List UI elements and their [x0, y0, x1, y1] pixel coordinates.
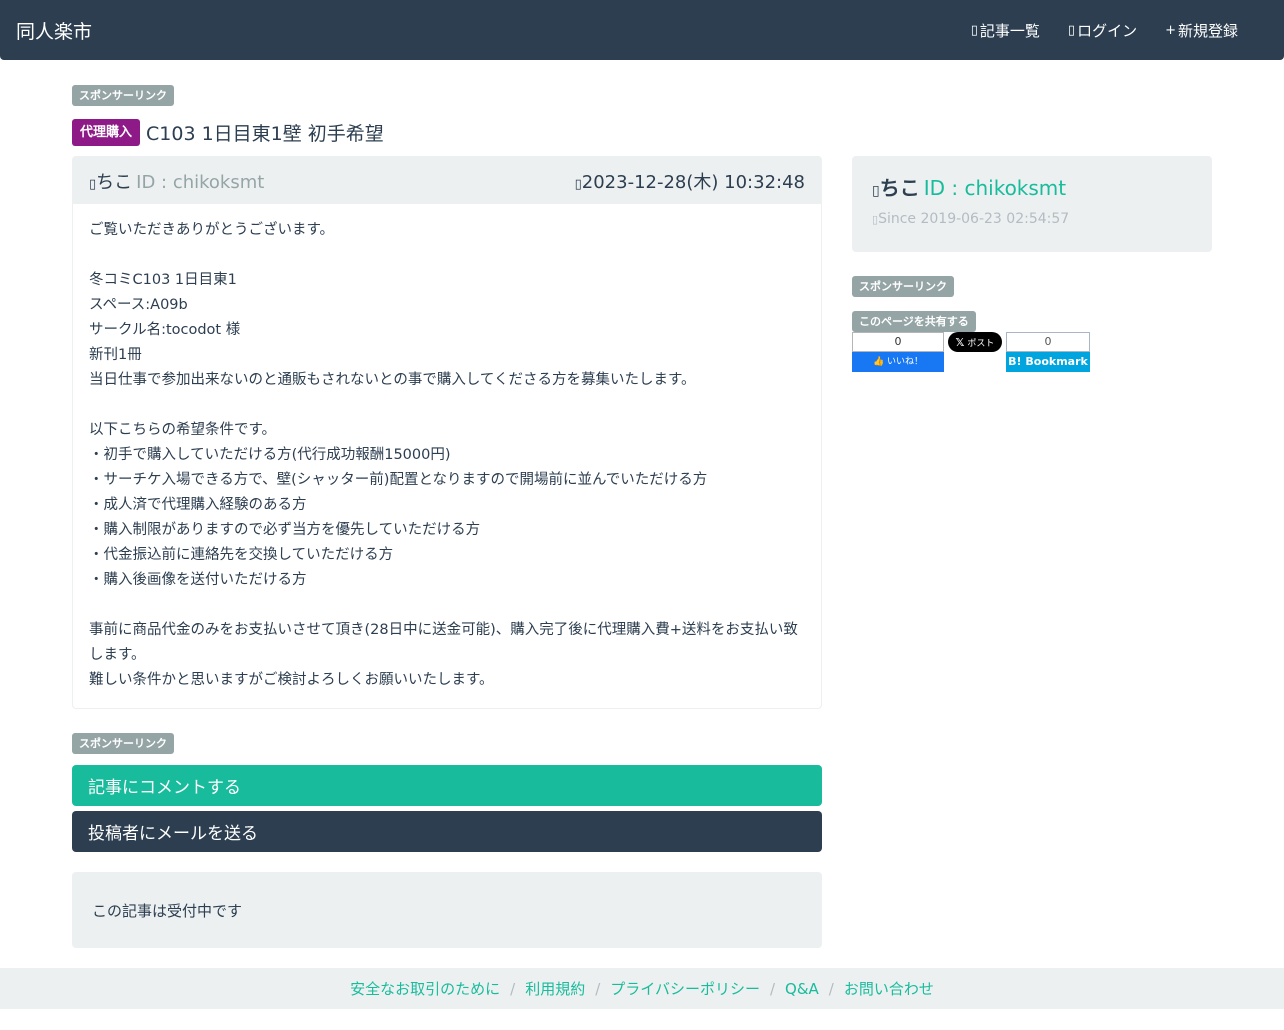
footer-separator: / — [595, 979, 601, 998]
nav-register[interactable]: + 新規登録 — [1165, 20, 1238, 41]
profile-name-row[interactable]: ▯ちこ ID : chikoksmt — [872, 172, 1192, 201]
clock-icon: ▯ — [574, 176, 582, 192]
hatena-bookmark-label: B! Bookmark — [1006, 352, 1090, 372]
facebook-like-count: 0 — [852, 332, 944, 352]
body-line: ・初手で購入していただける方(代行成功報酬15000円) — [89, 447, 451, 463]
sponsor-label-mid: スポンサーリンク — [72, 733, 174, 754]
facebook-like-label-wrap: 👍 いいね！ — [852, 352, 944, 372]
sponsor-label-text: スポンサーリンク — [72, 85, 174, 106]
site-brand[interactable]: 同人楽市 — [16, 17, 92, 44]
author-id: ID : chikoksmt — [136, 171, 265, 193]
status-well: この記事は受付中です — [72, 872, 822, 948]
status-text: この記事は受付中です — [92, 901, 243, 920]
sponsor-label-text: スポンサーリンク — [72, 733, 174, 754]
share-label: このページを共有する — [852, 311, 976, 332]
top-navbar: 同人楽市 ▯ 記事一覧 ▯ ログイン + 新規登録 — [0, 0, 1284, 60]
post-body: ご覧いただきありがとうございます。 冬コミC103 1日目東1 スペース:A09… — [73, 204, 821, 707]
sponsor-label-side: スポンサーリンク — [852, 276, 954, 297]
nav-login[interactable]: ▯ ログイン — [1068, 20, 1137, 41]
login-icon: ▯ — [1067, 23, 1076, 38]
footer: 安全なお取引のために / 利用規約 / プライバシーポリシー / Q&A / お… — [0, 968, 1284, 1009]
x-post-button[interactable]: 𝕏 ポスト — [948, 332, 1002, 352]
category-badge[interactable]: 代理購入 — [72, 119, 141, 146]
facebook-like-label: いいね！ — [887, 357, 924, 367]
footer-separator: / — [769, 979, 776, 998]
footer-link-privacy[interactable]: プライバシーポリシー — [610, 978, 760, 999]
profile-since: Since 2019-06-23 02:54:57 — [878, 211, 1070, 227]
thumbs-up-icon: 👍 — [872, 357, 885, 367]
body-line: サークル名:tocodot 様 — [89, 322, 241, 338]
body-line: ・購入制限がありますので必ず当方を優先していただける方 — [89, 522, 481, 538]
body-line: 事前に商品代金のみをお支払いさせて頂き(28日中に送金可能)、購入完了後に代理購… — [89, 622, 798, 663]
hatena-bookmark-button[interactable]: 0 B! Bookmark — [1006, 332, 1090, 372]
sponsor-label-top: スポンサーリンク — [72, 85, 174, 106]
nav-article-list[interactable]: ▯ 記事一覧 — [971, 20, 1040, 41]
body-line — [89, 393, 805, 418]
post-header: ▯ちこ ID : chikoksmt ▯2023-12-28(木) 10:32:4… — [73, 157, 821, 204]
nav-register-label: 新規登録 — [1177, 22, 1238, 40]
nav-login-label: ログイン — [1077, 22, 1138, 40]
post-date: 2023-12-28(木) 10:32:48 — [581, 171, 805, 193]
body-line: 冬コミC103 1日目東1 — [89, 272, 237, 288]
body-line: ・購入後画像を送付いただける方 — [89, 572, 307, 588]
footer-link-safety[interactable]: 安全なお取引のために — [350, 978, 500, 999]
body-line: ・成人済で代理購入経験のある方 — [89, 497, 307, 513]
body-line: ・代金振込前に連絡先を交換していただける方 — [89, 547, 394, 563]
x-logo-icon: 𝕏 — [955, 335, 965, 349]
post-author[interactable]: ▯ちこ ID : chikoksmt — [89, 168, 264, 194]
body-line: 当日仕事で参加出来ないのと通販もされないとの事で購入してくださる方を募集いたしま… — [89, 372, 696, 388]
body-line: ご覧いただきありがとうございます。 — [89, 222, 335, 238]
mail-author-button[interactable]: 投稿者にメールを送る — [72, 811, 822, 852]
plus-icon: + — [1165, 23, 1176, 38]
sponsor-label-text: スポンサーリンク — [852, 276, 954, 297]
profile-name: ちこ — [879, 176, 920, 200]
body-line: ・サーチケ入場できる方で、壁(シャッター前)配置となりますので開場前に並んでいた… — [89, 472, 708, 488]
author-profile-card: ▯ちこ ID : chikoksmt ▯Since 2019-06-23 02:5… — [852, 156, 1212, 252]
profile-since-row: ▯Since 2019-06-23 02:54:57 — [872, 211, 1192, 227]
footer-separator: / — [828, 979, 834, 998]
post-date-wrap: ▯2023-12-28(木) 10:32:48 — [575, 168, 805, 194]
footer-link-qa[interactable]: Q&A — [785, 980, 819, 998]
facebook-like-button[interactable]: 0 👍 いいね！ — [852, 332, 944, 372]
post-title-row: 代理購入 C103 1日目東1壁 初手希望 — [72, 119, 384, 146]
footer-link-contact[interactable]: お問い合わせ — [844, 978, 934, 999]
post-card: ▯ちこ ID : chikoksmt ▯2023-12-28(木) 10:32:4… — [72, 156, 822, 709]
post-title: C103 1日目東1壁 初手希望 — [146, 123, 384, 145]
hatena-bookmark-count: 0 — [1006, 332, 1090, 352]
author-name: ちこ — [96, 171, 133, 193]
body-line: 新刊1冊 — [89, 347, 142, 363]
user-icon: ▯ — [872, 183, 880, 199]
x-post-label: ポスト — [967, 338, 995, 349]
body-line: 難しい条件かと思いますがご検討よろしくお願いいたします。 — [89, 672, 494, 688]
footer-separator: / — [510, 979, 516, 998]
share-label-text: このページを共有する — [852, 311, 976, 332]
list-icon: ▯ — [970, 23, 978, 38]
footer-link-terms[interactable]: 利用規約 — [525, 978, 585, 999]
body-line: スペース:A09b — [89, 297, 188, 313]
body-line — [89, 243, 805, 268]
nav-links: ▯ 記事一覧 ▯ ログイン + 新規登録 — [971, 20, 1238, 41]
comment-button[interactable]: 記事にコメントする — [72, 765, 822, 806]
nav-article-list-label: 記事一覧 — [979, 22, 1040, 40]
body-line — [89, 593, 805, 618]
profile-id: ID : chikoksmt — [923, 176, 1067, 200]
body-line: 以下こちらの希望条件です。 — [89, 422, 277, 438]
